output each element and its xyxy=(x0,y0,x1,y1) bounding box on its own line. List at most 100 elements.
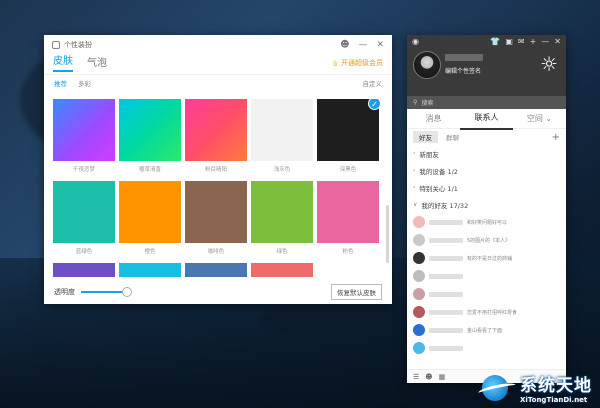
skin-swatch-preview[interactable] xyxy=(317,181,379,243)
menu-icon[interactable]: ☰ xyxy=(413,373,419,381)
contact-group-label: 我的设备 1/2 xyxy=(419,167,458,176)
skin-titlebar: 个性装扮 ☻ — ✕ xyxy=(44,35,392,54)
friend-name-blurred xyxy=(429,273,463,279)
skin-swatch-preview[interactable] xyxy=(185,263,247,277)
contact-groups: › 新朋友 › 我的设备 1/2 › 特别关心 1/1 ∨ 我的好友 17/32 xyxy=(407,145,566,213)
watermark: 系统天地 XiTongTianDi.net xyxy=(477,371,592,404)
friend-name-blurred xyxy=(429,219,463,225)
skin-swatch-preview[interactable] xyxy=(119,181,181,243)
skin-swatch-label: 粉色 xyxy=(342,249,354,255)
contact-group[interactable]: › 我的设备 1/2 xyxy=(407,162,566,179)
subtab-groups[interactable]: 群聊 xyxy=(446,132,459,142)
custom-skin-link[interactable]: 自定义 xyxy=(363,78,383,88)
subtab-friends[interactable]: 好友 xyxy=(413,131,438,143)
avatar[interactable] xyxy=(413,51,441,79)
skin-swatch-preview[interactable] xyxy=(53,181,115,243)
search-placeholder: 搜索 xyxy=(421,100,434,107)
tab-messages[interactable]: 消息 xyxy=(407,108,460,129)
contact-group[interactable]: › 新朋友 xyxy=(407,145,566,162)
list-item[interactable] xyxy=(407,339,566,357)
list-item[interactable]: 恋爱不用打招呼红零食 xyxy=(407,303,566,321)
list-item[interactable] xyxy=(407,285,566,303)
skin-swatch-label: 橙色 xyxy=(144,249,156,255)
skin-swatch-preview[interactable] xyxy=(185,99,247,161)
avatar xyxy=(413,306,425,318)
skin-swatch-preview[interactable] xyxy=(53,263,115,277)
skin-swatch[interactable]: 浅灰色 xyxy=(251,99,313,173)
sun-icon[interactable]: ☼ xyxy=(540,52,558,76)
contact-group[interactable]: › 特别关心 1/1 xyxy=(407,179,566,196)
plus-icon[interactable]: + xyxy=(530,37,537,46)
skin-swatch-preview[interactable]: ✓ xyxy=(317,99,380,161)
apps-icon[interactable]: ▦ xyxy=(439,373,446,381)
skin-swatch[interactable]: 咖啡色 xyxy=(185,181,247,255)
list-item[interactable]: 5的图片的《本人》 xyxy=(407,231,566,249)
skin-swatch-preview[interactable] xyxy=(185,181,247,243)
skin-swatch[interactable]: ✓ 深黑色 xyxy=(317,99,380,173)
subtab-recommended[interactable]: 推荐 xyxy=(54,78,67,88)
skin-swatch[interactable] xyxy=(251,263,313,277)
tab-bubble[interactable]: 气泡 xyxy=(87,54,107,72)
watermark-cn: 系统天地 xyxy=(520,376,592,396)
contact-group[interactable]: ∨ 我的好友 17/32 xyxy=(407,196,566,213)
tab-skin[interactable]: 皮肤 xyxy=(53,52,73,72)
skin-scrollbar[interactable] xyxy=(386,205,389,263)
skin-swatch-label: 樱草清香 xyxy=(138,167,161,173)
close-icon[interactable]: ✕ xyxy=(376,40,384,50)
nickname-blurred xyxy=(445,54,483,61)
skin-swatch-preview[interactable] xyxy=(53,99,115,161)
vip-link[interactable]: ♕ 开通超级会员 xyxy=(332,58,383,72)
contacts-icon[interactable]: ☻ xyxy=(425,373,432,381)
list-item[interactable] xyxy=(407,267,566,285)
skin-swatch-preview[interactable] xyxy=(119,263,181,277)
list-item[interactable]: 和好笑问题好可以 xyxy=(407,213,566,231)
skin-swatch-label: 蓝绿色 xyxy=(75,249,93,255)
avatar xyxy=(413,252,425,264)
skin-swatch[interactable] xyxy=(119,263,181,277)
add-contact-icon[interactable]: + xyxy=(552,132,560,143)
skin-swatch[interactable] xyxy=(185,263,247,277)
subtab-colorful[interactable]: 多彩 xyxy=(78,78,91,88)
crown-icon: ♕ xyxy=(331,58,339,68)
opacity-slider[interactable] xyxy=(81,286,132,297)
skin-swatch[interactable]: 樱草清香 xyxy=(119,99,181,173)
minimize-icon[interactable]: — xyxy=(358,40,367,50)
contact-group-label: 我的好友 17/32 xyxy=(421,201,469,210)
tab-contacts[interactable]: 联系人 xyxy=(460,107,513,130)
user-icon[interactable]: ☻ xyxy=(340,40,349,50)
friend-name-blurred xyxy=(429,237,463,243)
minimize-icon[interactable]: — xyxy=(541,37,549,46)
skin-swatch-preview[interactable] xyxy=(251,263,313,277)
reset-skin-button[interactable]: 恢复默认皮肤 xyxy=(331,283,382,300)
skin-swatch[interactable] xyxy=(53,263,115,277)
skin-swatch[interactable]: 蓝绿色 xyxy=(53,181,115,255)
skin-swatch-label: 深黑色 xyxy=(339,167,357,173)
skin-swatch[interactable]: 橙色 xyxy=(119,181,181,255)
skin-swatch[interactable]: 千夜恋梦 xyxy=(53,99,115,173)
skin-swatch[interactable]: 粉色 xyxy=(317,181,379,255)
skin-window-title: 个性装扮 xyxy=(64,40,92,49)
opacity-slider-knob[interactable] xyxy=(122,286,132,297)
skin-grid: 千夜恋梦 樱草清香 粉目晴阳 浅灰色 ✓ 深黑色蓝绿色 橙色 咖啡色 绿色 粉色 xyxy=(53,99,380,277)
shirt-icon[interactable]: 👕 xyxy=(490,37,500,46)
friend-last-message: 金山看看了下面 xyxy=(467,327,503,334)
close-icon[interactable]: ✕ xyxy=(554,37,561,46)
signature[interactable]: 编辑个性签名 xyxy=(445,66,481,75)
mail-icon[interactable]: ✉ xyxy=(518,37,525,46)
skin-swatch-preview[interactable] xyxy=(119,99,181,161)
list-item[interactable]: 金山看看了下面 xyxy=(407,321,566,339)
watermark-en: XiTongTianDi.net xyxy=(520,396,588,404)
app-icon xyxy=(52,40,60,49)
skin-swatch[interactable]: 绿色 xyxy=(251,181,313,255)
skin-swatch-preview[interactable] xyxy=(251,99,313,161)
skin-swatch-preview[interactable] xyxy=(251,181,313,243)
list-item[interactable]: 有的不是日过的商铺 xyxy=(407,249,566,267)
check-icon: ✓ xyxy=(368,99,380,110)
contact-subtabs: 好友 群聊 + xyxy=(407,129,566,145)
gift-icon[interactable]: ▣ xyxy=(505,37,513,46)
watermark-logo xyxy=(477,373,517,403)
friend-name-blurred xyxy=(429,309,463,315)
tab-space[interactable]: 空间 ⌄ xyxy=(513,108,566,129)
avatar xyxy=(413,270,425,282)
skin-swatch[interactable]: 粉目晴阳 xyxy=(185,99,247,173)
